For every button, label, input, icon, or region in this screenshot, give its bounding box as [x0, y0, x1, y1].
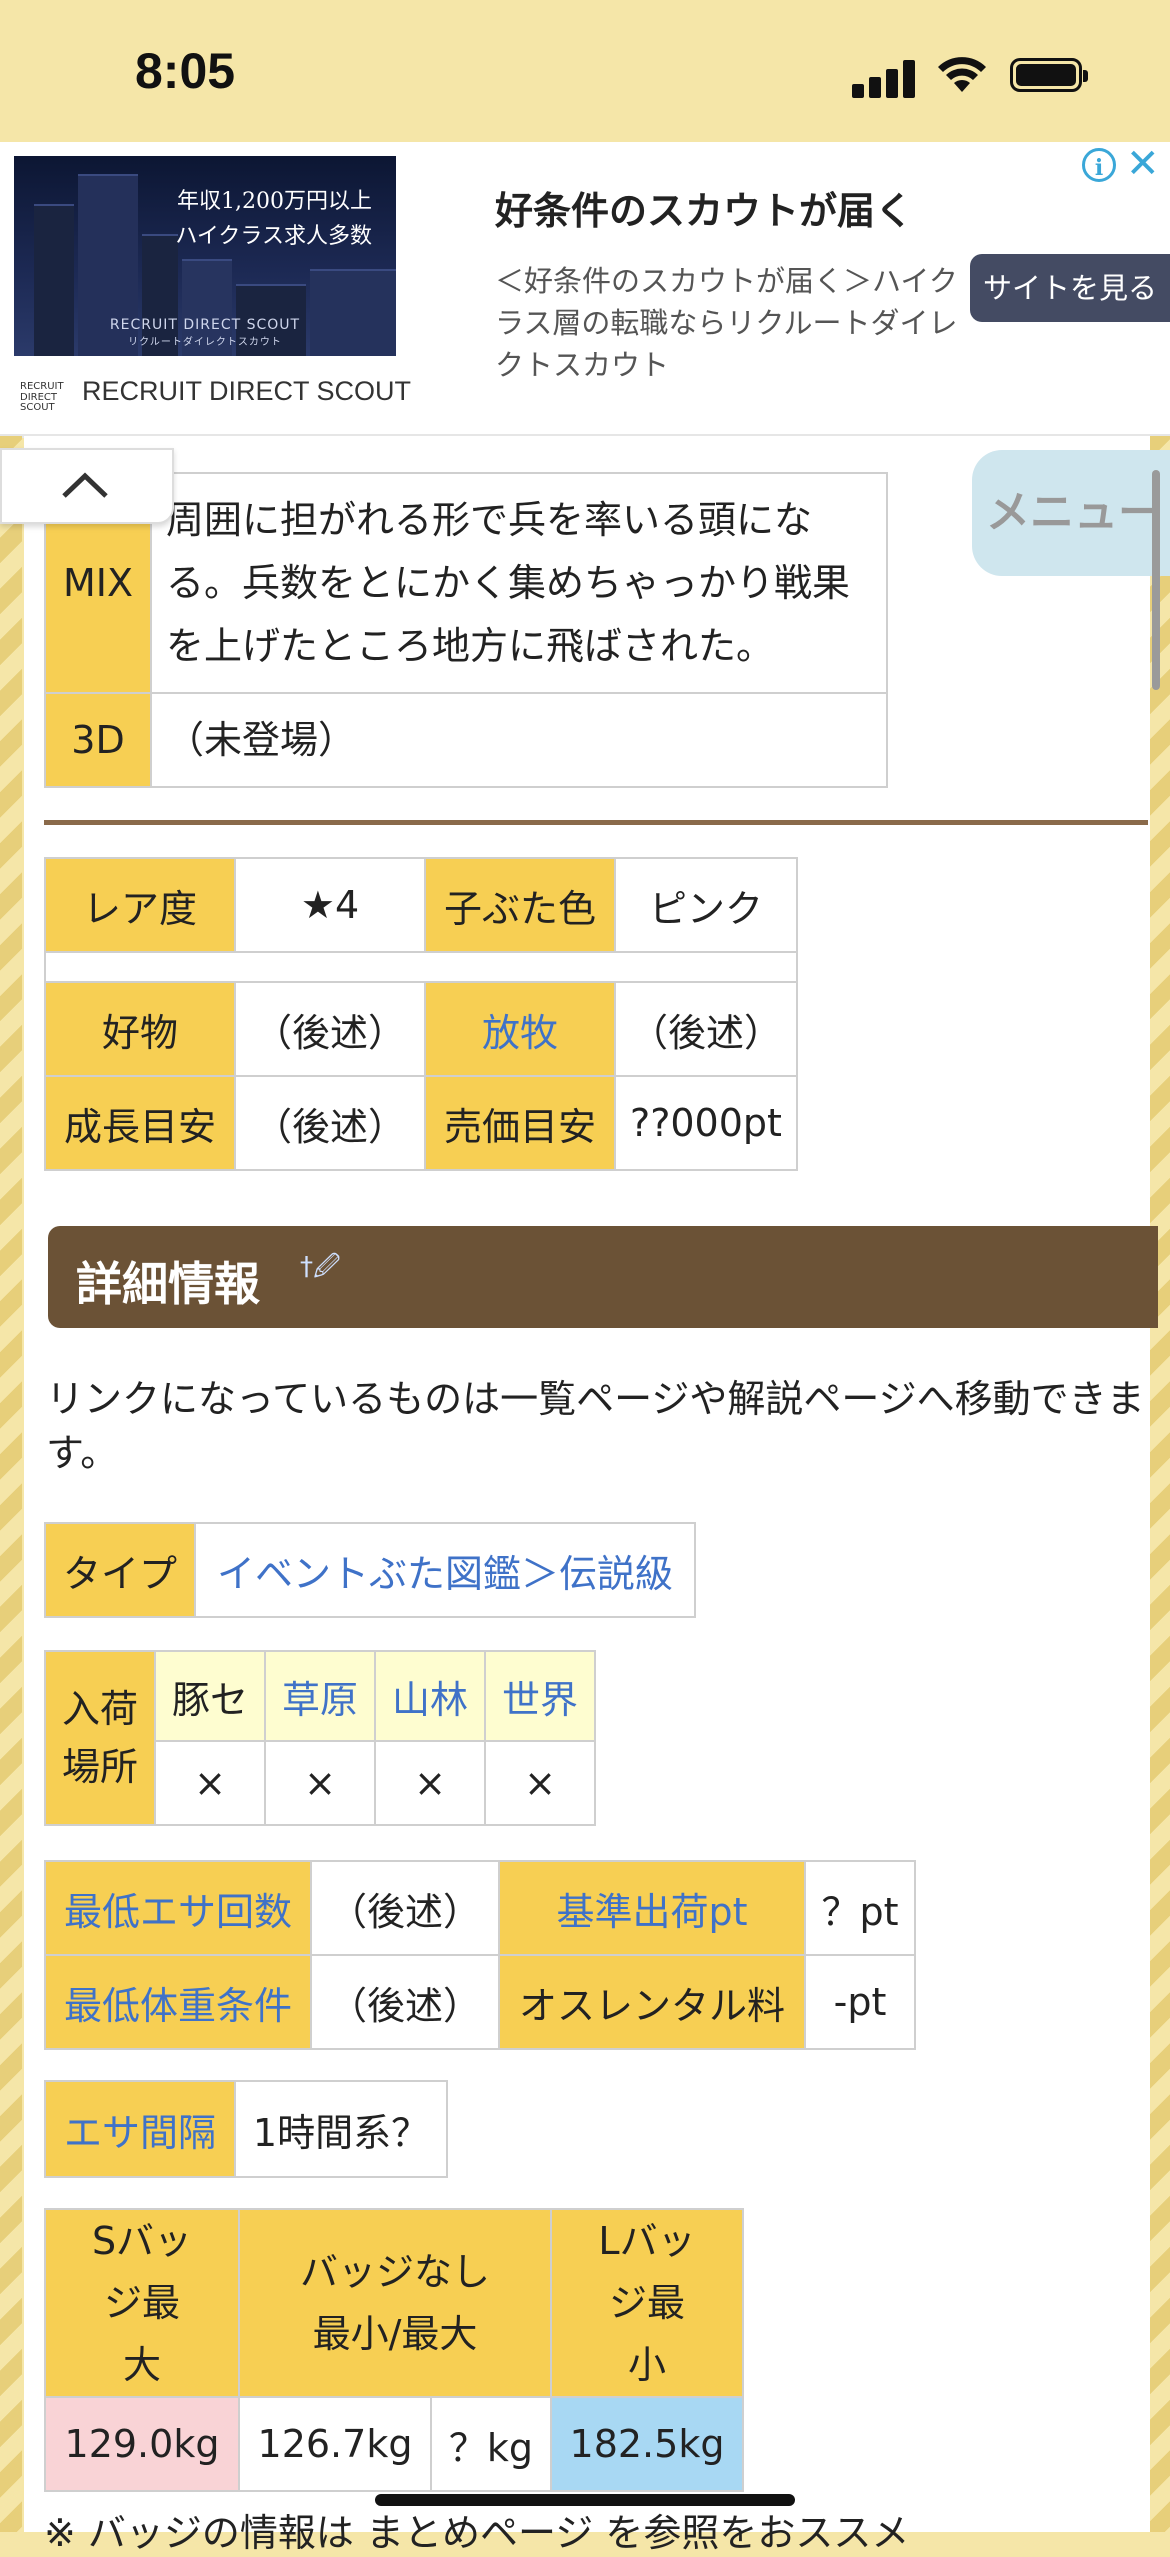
no-badge-label-text: バッジなし最小/最大: [299, 2250, 490, 2356]
favorite-food-label: 好物: [44, 981, 236, 1077]
weights-table: Sバッジ最大 バッジなし最小/最大 Lバッジ最小 129.0kg 126.7kg…: [44, 2208, 744, 2492]
rarity-label: レア度: [44, 857, 236, 953]
min-feed-link[interactable]: 最低エサ回数: [44, 1860, 312, 1956]
feed-interval-value: 1時間系？: [234, 2080, 448, 2178]
badge-note-text: ※ バッジの情報は まとめページ を参照をおススメ: [44, 2511, 910, 2555]
base-pt-value: ？pt: [804, 1860, 916, 1956]
no-badge-max-value: ？kg: [430, 2396, 552, 2492]
piglet-color-label: 子ぶた色: [424, 857, 616, 953]
battery-icon: [1010, 58, 1088, 92]
stats-spacer-row: [44, 951, 798, 983]
link-note: リンクになっているものは一覧ページや解説ページへ移動できます。: [46, 1377, 1145, 1475]
appearance-table: MIX 周囲に担がれる形で兵を率いる頭になる。兵数をとにかく集めちゃっかり戦果を…: [44, 472, 888, 788]
l-badge-min-label-text: Lバッジ最小: [598, 2219, 696, 2387]
grazing-link[interactable]: 放牧: [424, 981, 616, 1077]
stats-table: レア度 ★4 子ぶた色 ピンク 好物 （後述） 放牧 （後述） 成長目安 （後述…: [44, 857, 798, 1171]
wifi-icon: [938, 57, 986, 92]
arrival-label: 入荷場所: [44, 1650, 156, 1826]
ad-visit-site-button[interactable]: サイトを見る: [970, 254, 1170, 322]
favorite-food-value: （後述）: [234, 981, 426, 1077]
status-bar: 8:05: [0, 0, 1170, 140]
base-pt-link[interactable]: 基準出荷pt: [498, 1860, 806, 1956]
home-indicator[interactable]: [375, 2494, 795, 2506]
growth-label: 成長目安: [44, 1075, 236, 1171]
ad-close-icon[interactable]: ✕: [1126, 142, 1160, 186]
scrollbar[interactable]: [1152, 470, 1160, 690]
edit-pencil-icon[interactable]: †🖉: [300, 1248, 341, 1292]
no-badge-label: バッジなし最小/最大: [238, 2208, 552, 2398]
chevron-up-icon: [62, 472, 108, 498]
arrival-value-world: ×: [484, 1740, 596, 1826]
arrival-table: 入荷場所 豚セ 草原 山林 世界 × × × ×: [44, 1650, 596, 1826]
section-header-details: 詳細情報 †🖉: [48, 1226, 1158, 1328]
arrival-place-grassland-link[interactable]: 草原: [264, 1650, 376, 1742]
ad-image-line1: 年収1,200万円以上: [177, 189, 372, 214]
section-title: 詳細情報: [76, 1257, 260, 1311]
ad-image[interactable]: 年収1,200万円以上 ハイクラス求人多数 RECRUIT DIRECT SCO…: [14, 156, 396, 356]
s-badge-max-value: 129.0kg: [44, 2396, 240, 2492]
arrival-place-world-link[interactable]: 世界: [484, 1650, 596, 1742]
left-border-stripe: [0, 436, 22, 2532]
l-badge-min-label: Lバッジ最小: [550, 2208, 744, 2398]
min-weight-link[interactable]: 最低体重条件: [44, 1954, 312, 2050]
right-border-stripe: [1148, 436, 1170, 2532]
ad-brand[interactable]: RECRUIT DIRECT SCOUT: [82, 376, 411, 407]
s-badge-max-label-text: Sバッジ最大: [91, 2219, 193, 2387]
ad-banner[interactable]: 年収1,200万円以上 ハイクラス求人多数 RECRUIT DIRECT SCO…: [0, 142, 1170, 438]
growth-value: （後述）: [234, 1075, 426, 1171]
feed-interval-link[interactable]: エサ間隔: [44, 2080, 236, 2178]
rental-fee-label: オスレンタル料: [498, 1954, 806, 2050]
rental-fee-value: -pt: [804, 1954, 916, 2050]
min-weight-value: （後述）: [310, 1954, 500, 2050]
ad-title[interactable]: 好条件のスカウトが届く: [495, 180, 913, 235]
arrival-place-forest-link[interactable]: 山林: [374, 1650, 486, 1742]
price-label: 売価目安: [424, 1075, 616, 1171]
min-feed-value: （後述）: [310, 1860, 500, 1956]
arrival-label-text: 入荷場所: [62, 1687, 139, 1789]
status-time: 8:05: [135, 43, 236, 99]
s-badge-max-label: Sバッジ最大: [44, 2208, 240, 2398]
ad-description[interactable]: ＜好条件のスカウトが届く＞ハイクラス層の転職ならリクルートダイレクトスカウト: [495, 260, 965, 386]
cellular-signal-icon: [852, 58, 916, 98]
ad-image-footer-jp: リクルートダイレクトスカウト: [128, 337, 282, 348]
price-value: ??000pt: [614, 1075, 798, 1171]
arrival-value-forest: ×: [374, 1740, 486, 1826]
rarity-value: ★4: [234, 857, 426, 953]
section-divider: [44, 820, 1148, 825]
feed-interval-table: エサ間隔 1時間系？: [44, 2080, 448, 2178]
appearance-label-3d: 3D: [44, 692, 152, 788]
scroll-up-button[interactable]: [0, 448, 174, 524]
type-table: タイプ イベントぶた図鑑＞伝説級: [44, 1522, 696, 1618]
appearance-value-3d: （未登場）: [150, 692, 888, 788]
grazing-value: （後述）: [614, 981, 798, 1077]
menu-tab[interactable]: メニュー: [972, 450, 1170, 576]
type-label: タイプ: [44, 1522, 196, 1618]
ad-image-footer: RECRUIT DIRECT SCOUT: [109, 317, 301, 333]
arrival-value-grassland: ×: [264, 1740, 376, 1826]
shipping-table: 最低エサ回数 （後述） 基準出荷pt ？pt 最低体重条件 （後述） オスレンタ…: [44, 1860, 916, 2050]
no-badge-min-value: 126.7kg: [238, 2396, 432, 2492]
l-badge-min-value: 182.5kg: [550, 2396, 744, 2492]
piglet-color-value: ピンク: [614, 857, 798, 953]
arrival-place-pig-center: 豚セ: [154, 1650, 266, 1742]
appearance-value-mix: 周囲に担がれる形で兵を率いる頭になる。兵数をとにかく集めちゃっかり戦果を上げたと…: [150, 472, 888, 694]
arrival-value-pig-center: ×: [154, 1740, 266, 1826]
type-link[interactable]: イベントぶた図鑑＞伝説級: [194, 1522, 696, 1618]
ad-logo-icon: RECRUIT DIRECT SCOUT: [20, 381, 64, 413]
ad-info-icon[interactable]: i: [1082, 148, 1116, 182]
ad-image-line2: ハイクラス求人多数: [175, 224, 372, 250]
